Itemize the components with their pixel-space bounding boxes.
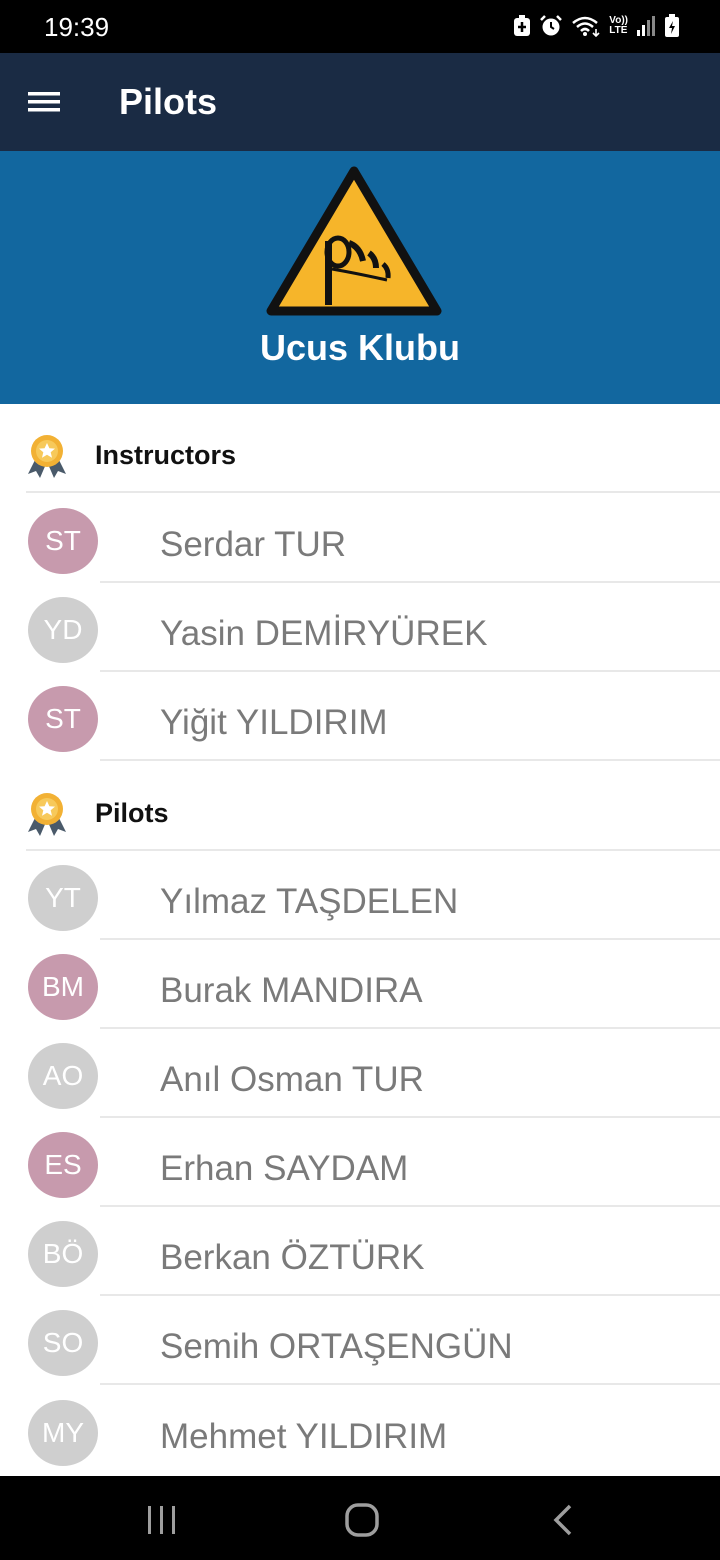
volte-label-bottom: LTE — [609, 25, 628, 36]
battery-saver-icon — [513, 15, 531, 37]
system-nav-bar — [0, 1476, 720, 1560]
status-time: 19:39 — [44, 12, 110, 42]
avatar: YD — [28, 597, 98, 663]
app-bar: Pilots — [0, 53, 720, 151]
hamburger-menu-icon[interactable] — [26, 87, 62, 117]
pilot-name: Erhan SAYDAM — [160, 1149, 409, 1188]
list-item[interactable]: SO Semih ORTAŞENGÜN — [0, 1296, 720, 1385]
pilot-name: Anıl Osman TUR — [160, 1060, 424, 1099]
list-item[interactable]: MY Mehmet YILDIRIM — [0, 1386, 720, 1475]
avatar: AO — [28, 1043, 98, 1109]
back-icon[interactable] — [548, 1500, 578, 1540]
section-label: Instructors — [95, 440, 237, 470]
section-instructors: Instructors — [0, 404, 720, 493]
pilot-name: Yılmaz TAŞDELEN — [160, 882, 459, 921]
award-ribbon-icon — [26, 792, 68, 836]
pilot-name: Mehmet YILDIRIM — [160, 1417, 448, 1456]
avatar: SO — [28, 1310, 98, 1376]
list-item[interactable]: YD Yasin DEMİRYÜREK — [0, 583, 720, 672]
section-pilots: Pilots — [0, 762, 720, 851]
list-item[interactable]: ST Yiğit YILDIRIM — [0, 672, 720, 761]
home-icon[interactable] — [340, 1500, 384, 1540]
signal-icon — [636, 15, 656, 37]
club-banner: Ucus Klubu — [0, 151, 720, 404]
page-title: Pilots — [119, 81, 218, 122]
pilot-name: Semih ORTAŞENGÜN — [160, 1327, 513, 1366]
divider — [100, 1383, 720, 1385]
list-item[interactable]: BÖ Berkan ÖZTÜRK — [0, 1207, 720, 1296]
divider — [26, 491, 720, 493]
avatar: MY — [28, 1400, 98, 1466]
avatar: BÖ — [28, 1221, 98, 1287]
pilot-name: Yasin DEMİRYÜREK — [160, 614, 488, 653]
status-icons: Vo)) LTE — [513, 14, 680, 38]
windsock-warning-icon — [265, 161, 443, 321]
avatar: ST — [28, 686, 98, 752]
list-item[interactable]: ES Erhan SAYDAM — [0, 1118, 720, 1207]
list-item[interactable]: AO Anıl Osman TUR — [0, 1029, 720, 1118]
avatar: ES — [28, 1132, 98, 1198]
club-name: Ucus Klubu — [259, 327, 460, 368]
avatar: BM — [28, 954, 98, 1020]
status-bar: 19:39 Vo)) LTE — [0, 0, 720, 53]
alarm-icon — [539, 15, 563, 37]
recent-apps-icon[interactable] — [142, 1500, 182, 1540]
award-ribbon-icon — [26, 434, 68, 478]
battery-icon — [664, 14, 680, 38]
list-item[interactable]: YT Yılmaz TAŞDELEN — [0, 851, 720, 940]
pilot-name: Serdar TUR — [160, 525, 347, 564]
avatar: ST — [28, 508, 98, 574]
wifi-icon — [571, 15, 601, 37]
avatar: YT — [28, 865, 98, 931]
divider — [100, 759, 720, 761]
pilot-name: Berkan ÖZTÜRK — [160, 1238, 425, 1277]
section-label: Pilots — [95, 798, 169, 828]
pilot-name: Yiğit YILDIRIM — [160, 703, 388, 742]
list-item[interactable]: BM Burak MANDIRA — [0, 940, 720, 1029]
list-item[interactable]: ST Serdar TUR — [0, 494, 720, 583]
pilot-name: Burak MANDIRA — [160, 971, 423, 1010]
volte-icon: Vo)) LTE — [609, 16, 628, 36]
